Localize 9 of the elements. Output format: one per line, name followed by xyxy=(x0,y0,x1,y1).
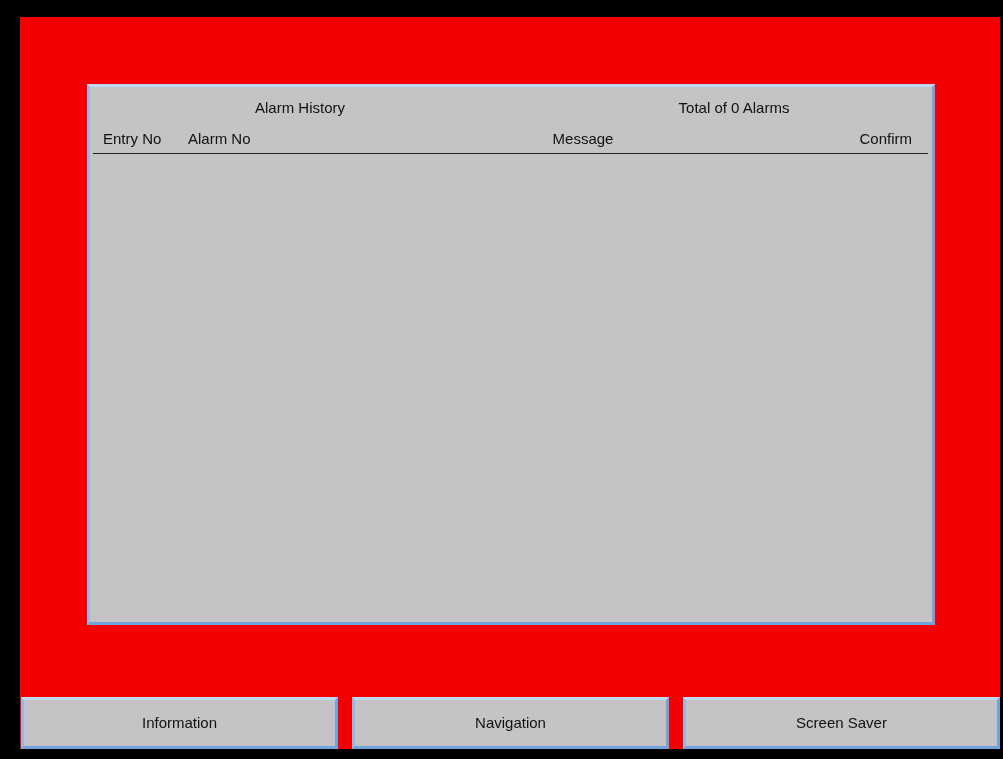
nav-button[interactable]: Information xyxy=(21,697,338,749)
alarm-total: Total of 0 Alarms xyxy=(677,98,791,118)
nav-button[interactable]: Screen Saver xyxy=(683,697,1000,749)
panel-title: Alarm History xyxy=(254,98,346,118)
nav-button[interactable]: Navigation xyxy=(352,697,669,749)
column-header: Confirm xyxy=(858,128,913,149)
column-header: Message xyxy=(551,128,615,149)
column-header: Alarm No xyxy=(188,128,252,149)
column-header: Entry No xyxy=(102,128,163,149)
